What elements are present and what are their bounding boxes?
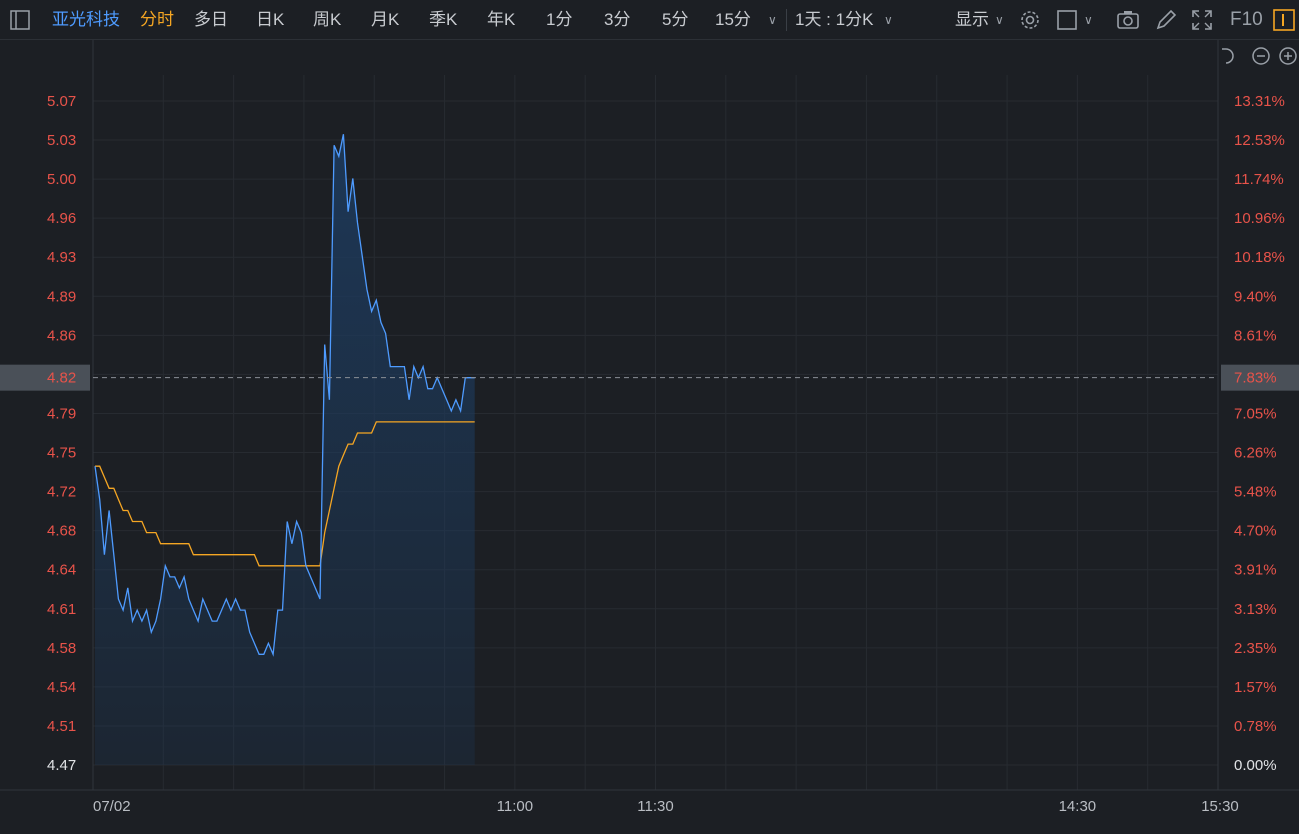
display-menu[interactable]: 显示 xyxy=(955,0,989,40)
percent-tick-label: 2.35% xyxy=(1234,640,1277,657)
current-price-label: 4.82 xyxy=(47,370,76,387)
f10-button[interactable]: F10 xyxy=(1230,0,1263,40)
percent-tick-label: 5.48% xyxy=(1234,484,1277,501)
percent-tick-label: 12.53% xyxy=(1234,132,1285,149)
tab-weekly-k[interactable]: 周K xyxy=(313,0,341,40)
reset-icon[interactable] xyxy=(1222,48,1234,64)
percent-axis-right: 13.31% 12.53% 11.74% 10.96% 10.18% 9.40% 8.61%… xyxy=(1234,93,1285,774)
tab-multi-day[interactable]: 多日 xyxy=(194,0,228,40)
price-tick-label: 4.93 xyxy=(47,249,76,266)
price-tick-label: 4.89 xyxy=(47,288,76,305)
price-tick-label: 4.68 xyxy=(47,523,76,540)
toolbar-divider xyxy=(786,9,787,31)
price-area-fill xyxy=(95,134,475,765)
percent-tick-label: 8.61% xyxy=(1234,327,1277,344)
zoom-controls xyxy=(1222,47,1297,65)
period-select[interactable]: 1天 : 1分K xyxy=(795,0,873,40)
price-tick-label: 4.72 xyxy=(47,484,76,501)
percent-tick-label: 10.18% xyxy=(1234,249,1285,266)
price-area xyxy=(95,134,475,765)
chevron-down-icon[interactable]: ∨ xyxy=(884,0,893,40)
tab-1min[interactable]: 1分 xyxy=(546,0,572,40)
square-select-icon[interactable] xyxy=(1056,8,1080,32)
current-price-box-left xyxy=(0,364,90,391)
price-tick-label: 5.00 xyxy=(47,171,76,188)
price-tick-label: 4.51 xyxy=(47,718,76,735)
zoom-out-icon[interactable] xyxy=(1252,47,1270,65)
side-panel-icon[interactable] xyxy=(1272,8,1296,32)
percent-tick-label: 4.70% xyxy=(1234,523,1277,540)
time-tick-label: 11:00 xyxy=(497,798,533,815)
percent-tick-label: 11.74% xyxy=(1234,171,1284,188)
price-tick-label: 4.64 xyxy=(47,562,76,579)
reset-icon-path xyxy=(1222,48,1234,64)
price-tick-label: 4.61 xyxy=(47,601,76,618)
price-axis-left: 5.07 5.03 5.00 4.96 4.93 4.89 4.86 4.82 4.79 4.75… xyxy=(47,93,76,774)
price-tick-label: 4.75 xyxy=(47,445,76,462)
percent-tick-label: 0.00% xyxy=(1234,757,1277,774)
fullscreen-icon[interactable] xyxy=(1190,8,1214,32)
tab-monthly-k[interactable]: 月K xyxy=(371,0,399,40)
price-tick-label: 4.96 xyxy=(47,210,76,227)
tab-5min[interactable]: 5分 xyxy=(662,0,688,40)
time-tick-label: 07/02 xyxy=(93,798,131,815)
percent-tick-label: 0.78% xyxy=(1234,718,1277,735)
sidebar-toggle-icon[interactable] xyxy=(8,8,32,32)
intraday-chart[interactable]: 5.07 5.03 5.00 4.96 4.93 4.89 4.86 4.82 4.79 4.75… xyxy=(0,40,1299,834)
percent-tick-label: 7.05% xyxy=(1234,405,1277,422)
stock-name[interactable]: 亚光科技 xyxy=(52,0,120,40)
price-tick-label: 4.79 xyxy=(47,405,76,422)
percent-tick-label: 13.31% xyxy=(1234,93,1285,110)
price-tick-label: 5.07 xyxy=(47,93,76,110)
percent-tick-label: 10.96% xyxy=(1234,210,1285,227)
percent-tick-label: 9.40% xyxy=(1234,288,1277,305)
price-tick-label: 4.47 xyxy=(47,757,76,774)
percent-tick-label: 3.91% xyxy=(1234,562,1277,579)
price-tick-label: 4.54 xyxy=(47,679,76,696)
chevron-down-icon[interactable]: ∨ xyxy=(1084,0,1093,40)
chevron-down-icon[interactable]: ∨ xyxy=(768,0,777,40)
price-tick-label: 4.86 xyxy=(47,327,76,344)
current-price-marker: 4.82 7.83% xyxy=(0,364,1299,391)
chevron-down-icon[interactable]: ∨ xyxy=(995,0,1004,40)
time-tick-label: 14:30 xyxy=(1059,798,1097,815)
price-tick-label: 5.03 xyxy=(47,132,76,149)
tab-yearly-k[interactable]: 年K xyxy=(487,0,515,40)
time-axis: 07/02 11:00 11:30 14:30 15:30 xyxy=(93,798,1239,815)
tab-quarterly-k[interactable]: 季K xyxy=(429,0,457,40)
current-pct-label: 7.83% xyxy=(1234,370,1277,387)
time-tick-label: 11:30 xyxy=(637,798,673,815)
percent-tick-label: 6.26% xyxy=(1234,445,1277,462)
tab-15min[interactable]: 15分 xyxy=(715,0,751,40)
tab-daily-k[interactable]: 日K xyxy=(256,0,284,40)
toolbar: 亚光科技 分时 多日 日K 周K 月K 季K 年K 1分 3分 5分 15分 ∨… xyxy=(0,0,1299,40)
percent-tick-label: 3.13% xyxy=(1234,601,1277,618)
percent-tick-label: 1.57% xyxy=(1234,679,1277,696)
camera-icon[interactable] xyxy=(1116,8,1140,32)
gear-icon[interactable] xyxy=(1018,8,1042,32)
zoom-in-icon[interactable] xyxy=(1279,47,1297,65)
time-tick-label: 15:30 xyxy=(1201,798,1239,815)
tab-intraday[interactable]: 分时 xyxy=(140,0,174,40)
pencil-icon[interactable] xyxy=(1154,8,1178,32)
tab-3min[interactable]: 3分 xyxy=(604,0,630,40)
price-tick-label: 4.58 xyxy=(47,640,76,657)
